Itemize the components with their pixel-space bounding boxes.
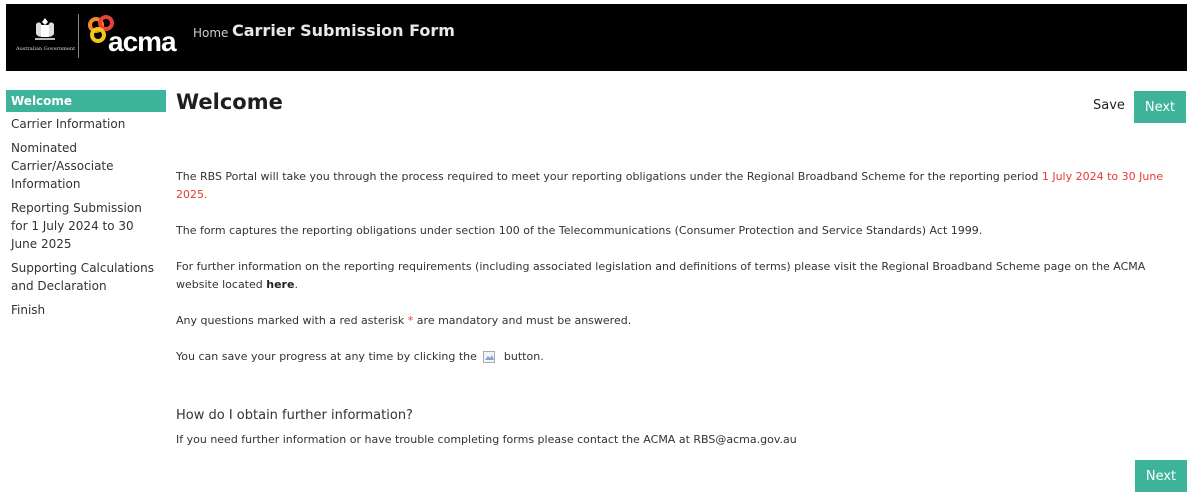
acma-logo-text: acma (108, 26, 177, 57)
faq-heading: How do I obtain further information? (176, 408, 413, 423)
sidebar-nav: Welcome Carrier Information Nominated Ca… (6, 90, 166, 322)
mandatory-end: are mandatory and must be answered. (413, 314, 632, 327)
sidebar-item-welcome[interactable]: Welcome (6, 90, 166, 112)
next-button-top[interactable]: Next (1134, 91, 1186, 123)
sidebar-item-finish[interactable]: Finish (6, 298, 166, 322)
acma-logo: acma (84, 14, 177, 60)
top-header: Australian Government acma Home Carrier … (6, 4, 1187, 71)
mandatory-text: Any questions marked with a red asterisk (176, 314, 408, 327)
further-info-text: For further information on the reporting… (176, 260, 1146, 291)
app-title: Carrier Submission Form (232, 21, 455, 40)
save-button[interactable]: Save (1093, 98, 1125, 113)
further-info-end: . (294, 278, 298, 291)
broken-image-icon (483, 351, 496, 363)
sidebar-item-nominated-carrier[interactable]: Nominated Carrier/Associate Information (6, 136, 166, 196)
intro-text: The RBS Portal will take you through the… (176, 170, 1042, 183)
page-title: Welcome (176, 90, 283, 114)
further-info-paragraph: For further information on the reporting… (176, 258, 1176, 294)
mandatory-paragraph: Any questions marked with a red asterisk… (176, 312, 1176, 330)
government-crest-logo: Australian Government (16, 16, 76, 60)
sidebar-item-supporting-calculations[interactable]: Supporting Calculations and Declaration (6, 256, 166, 298)
obligations-paragraph: The form captures the reporting obligati… (176, 224, 983, 237)
save-progress-end: button. (500, 350, 544, 363)
government-text: Australian Government (16, 46, 76, 52)
save-progress-paragraph: You can save your progress at any time b… (176, 348, 1176, 366)
coat-of-arms-icon (35, 18, 55, 40)
next-button-bottom[interactable]: Next (1135, 460, 1187, 492)
welcome-content: The RBS Portal will take you through the… (176, 168, 1176, 366)
sidebar-item-carrier-information[interactable]: Carrier Information (6, 112, 166, 136)
sidebar-item-reporting-submission[interactable]: Reporting Submission for 1 July 2024 to … (6, 196, 166, 256)
save-progress-text: You can save your progress at any time b… (176, 350, 481, 363)
faq-text: If you need further information or have … (176, 433, 797, 446)
logo-divider (78, 14, 79, 58)
here-link[interactable]: here (266, 278, 294, 291)
home-link[interactable]: Home (193, 26, 228, 40)
intro-paragraph: The RBS Portal will take you through the… (176, 168, 1176, 204)
intro-end: . (204, 188, 208, 201)
